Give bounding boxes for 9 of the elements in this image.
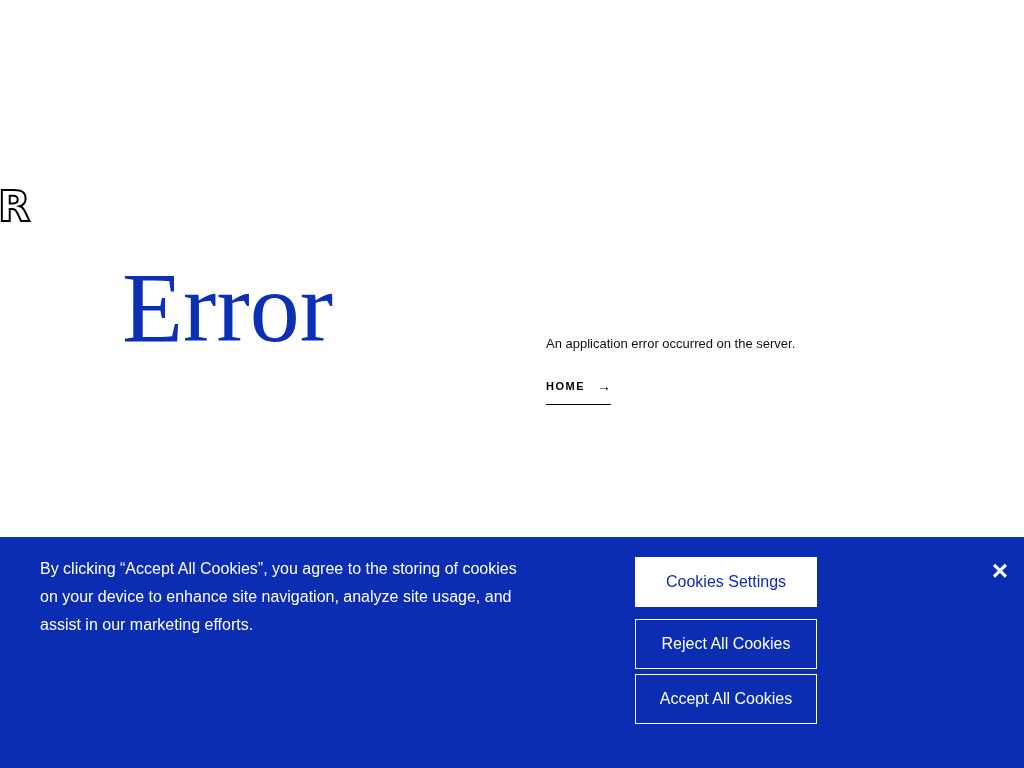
error-message: An application error occurred on the server. bbox=[546, 336, 796, 351]
cookie-notice-text: By clicking “Accept All Cookies”, you agree to the storing of cookies on your device to enhance site navigation, analyze site usage, and assist in our marketing efforts. bbox=[40, 559, 518, 635]
error-heading: Error bbox=[122, 258, 334, 365]
logo[interactable]: R bbox=[0, 186, 31, 228]
home-link[interactable]: HOME → bbox=[546, 378, 611, 405]
settings-button[interactable]: Cookies Settings bbox=[635, 557, 817, 607]
cookie-button[interactable]: Accept All Cookies bbox=[635, 674, 817, 724]
cookie-button[interactable]: Reject All Cookies bbox=[635, 619, 817, 669]
close-button[interactable]: × bbox=[987, 557, 1012, 585]
